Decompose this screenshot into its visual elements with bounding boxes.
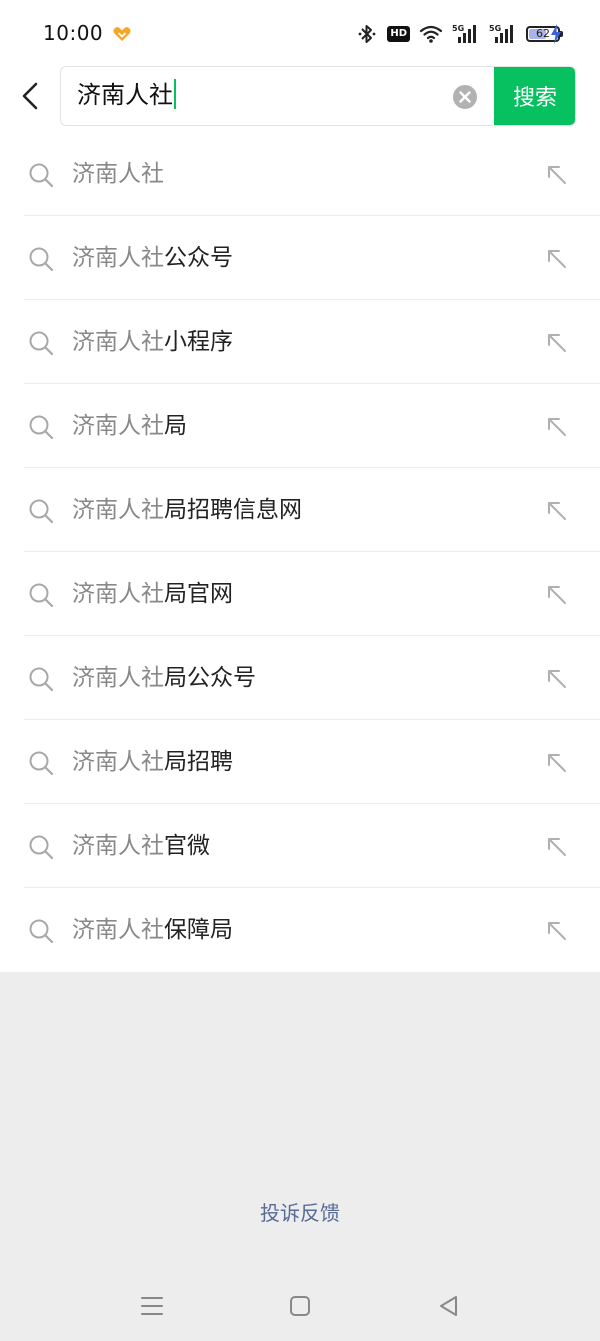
suggestion-text: 济南人社局公众号: [72, 661, 256, 695]
suggestion-text: 济南人社: [72, 157, 164, 191]
suggestion-match: 济南人社: [72, 581, 164, 607]
search-box[interactable]: 济南人社 搜索: [60, 66, 576, 126]
svg-text:5G: 5G: [452, 24, 464, 33]
suggestion-item[interactable]: 济南人社局招聘信息网: [0, 468, 600, 552]
fill-query-arrow-icon[interactable]: [545, 331, 569, 355]
suggestion-match: 济南人社: [72, 833, 164, 859]
fill-query-arrow-icon[interactable]: [545, 751, 569, 775]
signal-5g-icon: 5G: [489, 24, 513, 43]
search-icon: [29, 331, 54, 356]
search-input[interactable]: 济南人社: [77, 79, 176, 111]
suggestion-text: 济南人社小程序: [72, 325, 233, 359]
search-icon: [29, 247, 54, 272]
text-caret: [174, 79, 176, 109]
suggestion-text: 济南人社公众号: [72, 241, 233, 275]
suggestion-item[interactable]: 济南人社小程序: [0, 300, 600, 384]
search-icon: [29, 583, 54, 608]
suggestion-rest: 局招聘: [164, 749, 233, 775]
status-icons: HD 5G 5G 62: [358, 22, 563, 46]
signal-5g-icon: 5G: [452, 24, 476, 43]
back-arrow-icon[interactable]: [14, 78, 48, 114]
suggestion-item[interactable]: 济南人社局招聘: [0, 720, 600, 804]
search-icon: [29, 667, 54, 692]
clear-icon[interactable]: [452, 84, 478, 110]
back-triangle-icon[interactable]: [435, 1292, 463, 1320]
suggestion-match: 济南人社: [72, 917, 164, 943]
search-button[interactable]: 搜索: [494, 67, 575, 125]
suggestion-rest: 局官网: [164, 581, 233, 607]
fill-query-arrow-icon[interactable]: [545, 667, 569, 691]
suggestion-match: 济南人社: [72, 161, 164, 187]
system-nav-bar: [0, 1270, 600, 1341]
suggestion-match: 济南人社: [72, 413, 164, 439]
suggestion-rest: 小程序: [164, 329, 233, 355]
suggestion-item[interactable]: 济南人社: [0, 132, 600, 216]
status-bar: 10:00 HD 5G 5G 62: [0, 0, 600, 66]
suggestion-match: 济南人社: [72, 665, 164, 691]
suggestion-item[interactable]: 济南人社局公众号: [0, 636, 600, 720]
suggestion-rest: 局公众号: [164, 665, 256, 691]
suggestion-item[interactable]: 济南人社保障局: [0, 888, 600, 972]
feedback-link[interactable]: 投诉反馈: [0, 1197, 600, 1226]
search-icon: [29, 919, 54, 944]
suggestion-rest: 官微: [164, 833, 210, 859]
fill-query-arrow-icon[interactable]: [545, 499, 569, 523]
svg-text:5G: 5G: [489, 24, 501, 33]
suggestion-item[interactable]: 济南人社局: [0, 384, 600, 468]
home-icon[interactable]: [286, 1292, 314, 1320]
app-heart-icon: [113, 27, 131, 41]
wifi-icon: [419, 25, 443, 43]
search-header: 济南人社 搜索: [0, 66, 600, 132]
suggestion-text: 济南人社局招聘: [72, 745, 233, 779]
fill-query-arrow-icon[interactable]: [545, 163, 569, 187]
suggestion-rest: 保障局: [164, 917, 233, 943]
suggestion-match: 济南人社: [72, 329, 164, 355]
fill-query-arrow-icon[interactable]: [545, 247, 569, 271]
menu-icon[interactable]: [138, 1292, 166, 1320]
suggestion-match: 济南人社: [72, 497, 164, 523]
suggestion-list: 济南人社 济南人社公众号 济南人社小程序 济南人社局 济南人社局招聘信息网 济南人社局官网…: [0, 132, 600, 972]
suggestion-rest: 局招聘信息网: [164, 497, 302, 523]
search-icon: [29, 751, 54, 776]
suggestion-text: 济南人社局招聘信息网: [72, 493, 302, 527]
suggestion-item[interactable]: 济南人社局官网: [0, 552, 600, 636]
suggestion-item[interactable]: 济南人社官微: [0, 804, 600, 888]
search-icon: [29, 163, 54, 188]
status-time: 10:00: [43, 21, 104, 45]
suggestion-text: 济南人社官微: [72, 829, 210, 863]
charging-icon: [551, 24, 561, 44]
search-icon: [29, 499, 54, 524]
suggestion-text: 济南人社局: [72, 409, 187, 443]
suggestion-item[interactable]: 济南人社公众号: [0, 216, 600, 300]
suggestion-text: 济南人社局官网: [72, 577, 233, 611]
search-query: 济南人社: [77, 81, 173, 109]
suggestion-match: 济南人社: [72, 245, 164, 271]
search-icon: [29, 415, 54, 440]
fill-query-arrow-icon[interactable]: [545, 835, 569, 859]
search-icon: [29, 835, 54, 860]
fill-query-arrow-icon[interactable]: [545, 919, 569, 943]
suggestion-match: 济南人社: [72, 749, 164, 775]
hd-icon: HD: [387, 26, 410, 42]
suggestion-rest: 局: [164, 413, 187, 439]
fill-query-arrow-icon[interactable]: [545, 415, 569, 439]
bluetooth-icon: [358, 25, 376, 43]
suggestion-rest: 公众号: [164, 245, 233, 271]
fill-query-arrow-icon[interactable]: [545, 583, 569, 607]
suggestion-text: 济南人社保障局: [72, 913, 233, 947]
